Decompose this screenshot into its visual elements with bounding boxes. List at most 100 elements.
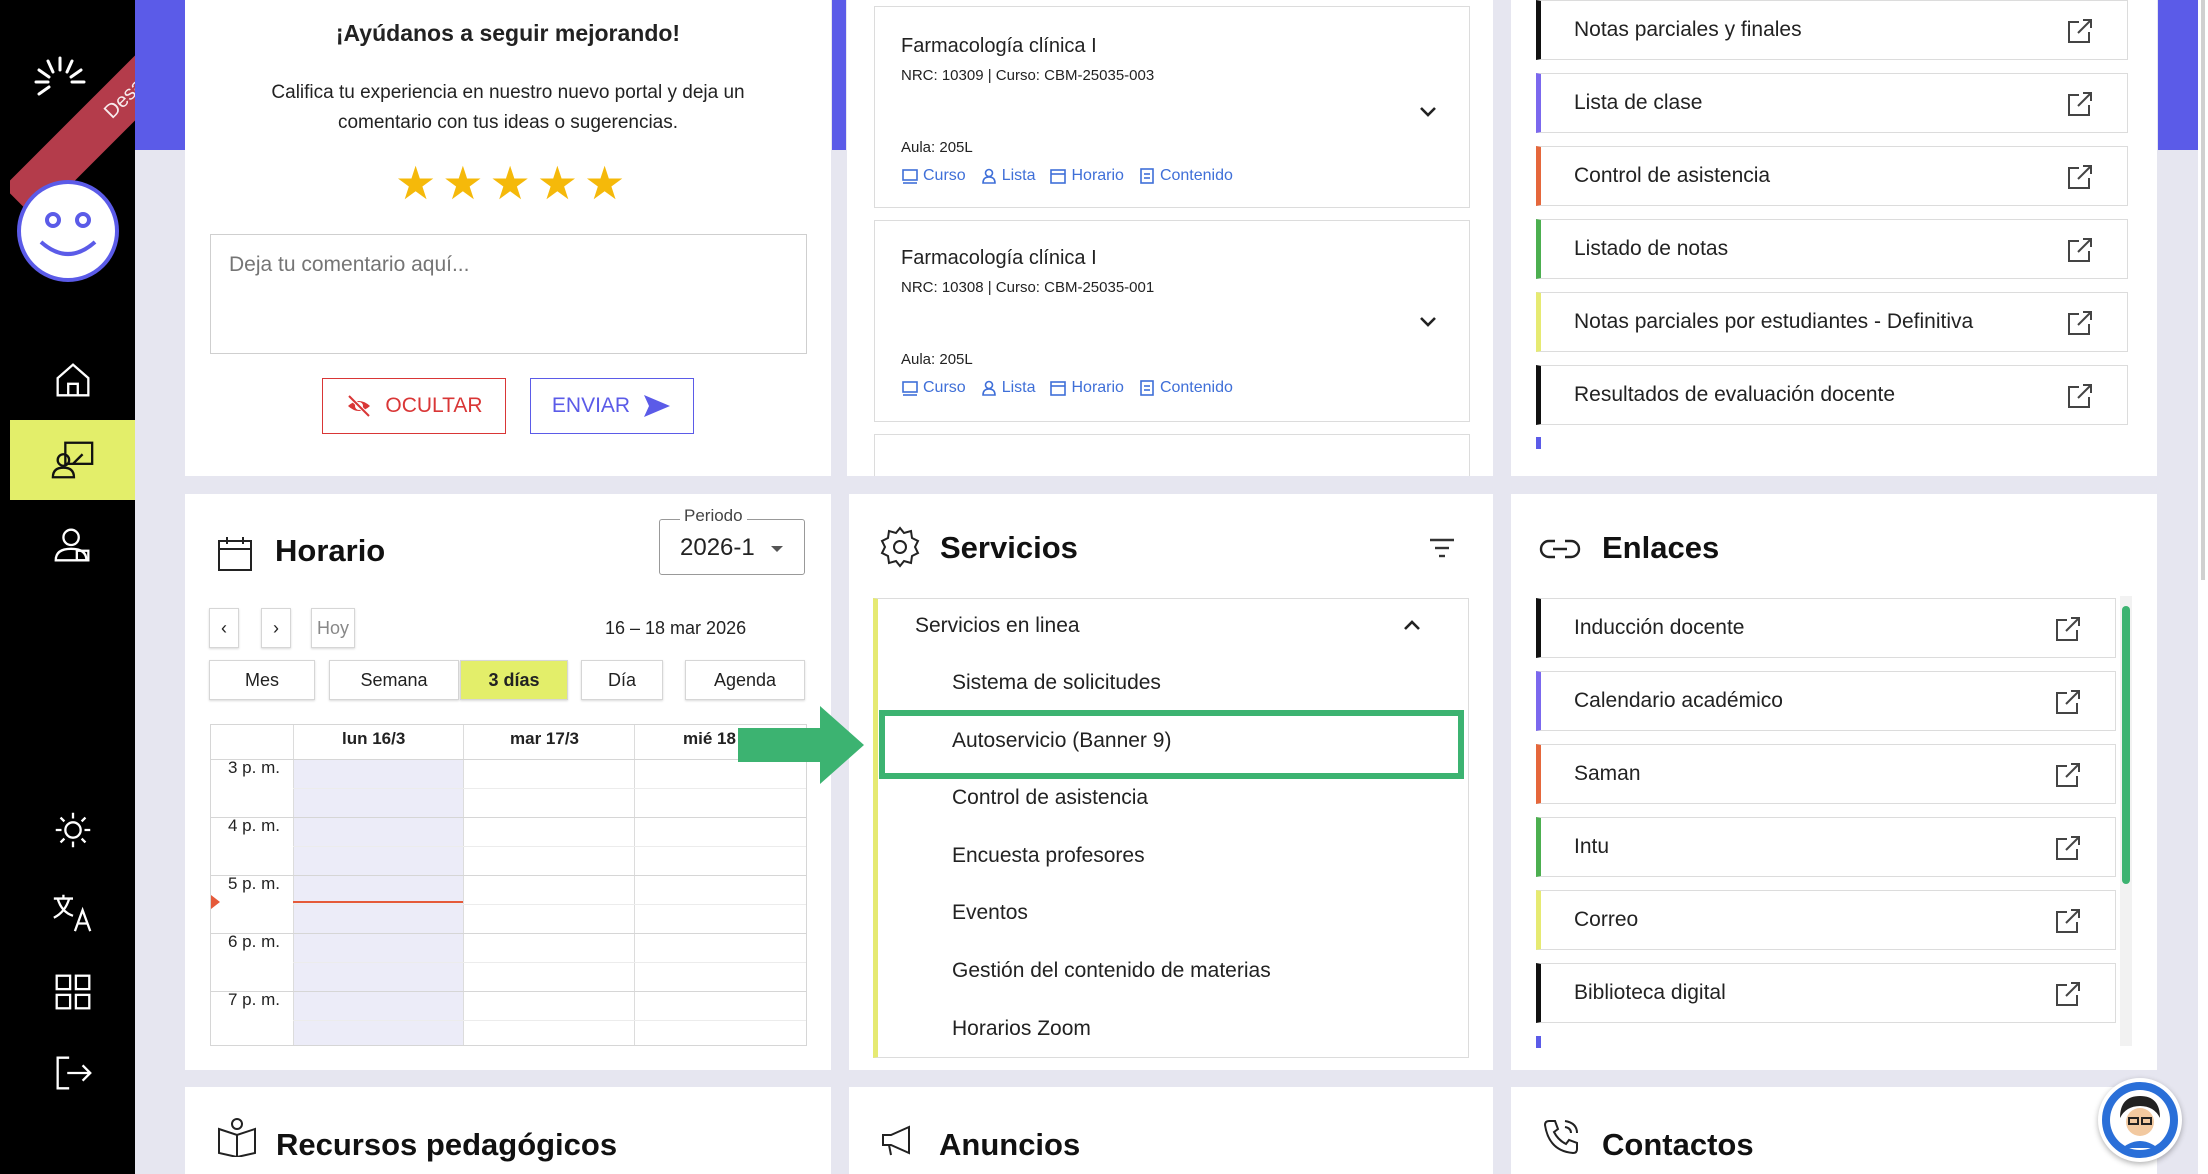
hour-label: 5 p. m. (228, 874, 280, 893)
course-card-partial[interactable] (874, 434, 1470, 476)
nav-logout[interactable] (10, 1033, 135, 1113)
prev-button[interactable]: ‹ (209, 608, 239, 648)
calendar-icon (218, 537, 252, 571)
send-icon (644, 395, 671, 417)
logout-icon (56, 1056, 92, 1090)
external-link-icon (2065, 89, 2095, 119)
view-button[interactable]: Agenda (685, 660, 805, 700)
view-button[interactable]: Mes (209, 660, 315, 700)
today-button[interactable]: Hoy (311, 608, 355, 648)
course-link-contenido[interactable]: Contenido (1138, 167, 1233, 185)
course-link-contenido[interactable]: Contenido (1138, 379, 1233, 397)
chevron-up-icon[interactable] (1399, 612, 1425, 638)
avatar[interactable] (17, 180, 119, 282)
grid-row-line (293, 846, 806, 847)
chevron-down-icon[interactable] (1415, 99, 1441, 125)
external-link-icon (2056, 982, 2080, 1006)
course-link-horario[interactable]: Horario (1049, 167, 1124, 185)
servicio-item[interactable]: Encuesta profesores (952, 844, 1145, 868)
report-link[interactable]: Control de asistencia (1536, 146, 2128, 206)
hour-label: 3 p. m. (228, 758, 280, 777)
report-link[interactable]: Notas parciales por estudiantes - Defini… (1536, 292, 2128, 352)
filter-icon[interactable] (1427, 534, 1457, 562)
external-link-icon (2056, 909, 2080, 933)
scrollbar-thumb[interactable] (2122, 606, 2130, 884)
feedback-title: ¡Ayúdanos a seguir mejorando! (335, 20, 681, 46)
highlight-box (879, 710, 1464, 779)
course-link-horario[interactable]: Horario (1049, 379, 1124, 397)
nav-home[interactable] (10, 340, 135, 420)
nav-language[interactable] (10, 872, 135, 952)
enlace-link[interactable]: Calendario académico (1536, 671, 2116, 731)
report-link[interactable]: Resultados de evaluación docente (1536, 365, 2128, 425)
course-card[interactable]: Farmacología clínica I NRC: 10308 | Curs… (874, 220, 1470, 422)
hide-button[interactable]: OCULTAR (322, 378, 506, 434)
current-time-line (293, 901, 463, 903)
course-link-curso[interactable]: Curso (901, 379, 966, 397)
view-button[interactable]: Día (581, 660, 663, 700)
horario-title: Horario (275, 533, 386, 568)
hour-label: 4 p. m. (228, 816, 280, 835)
external-link-icon (2065, 235, 2095, 265)
external-link-icon (2065, 381, 2095, 411)
star-icon[interactable]: ★ (490, 160, 531, 206)
star-icon[interactable]: ★ (584, 160, 625, 206)
star-icon[interactable]: ★ (537, 160, 578, 206)
recursos-card: Recursos pedagógicos (185, 1087, 831, 1174)
nav-profile[interactable] (10, 505, 135, 585)
servicios-group-header[interactable]: Servicios en linea (915, 614, 1080, 638)
course-link-curso[interactable]: Curso (901, 167, 966, 185)
chevron-down-icon[interactable] (1415, 309, 1441, 335)
period-select[interactable]: Periodo 2026-1 (659, 506, 805, 575)
enlace-link[interactable]: Biblioteca digital (1536, 963, 2116, 1023)
assistant-button[interactable] (2098, 1078, 2182, 1162)
enlace-link[interactable]: Intu (1536, 817, 2116, 877)
servicio-item[interactable]: Horarios Zoom (952, 1017, 1091, 1041)
report-link[interactable]: Notas parciales y finales (1536, 0, 2128, 60)
external-link-icon (2053, 979, 2083, 1009)
send-button[interactable]: ENVIAR (530, 378, 694, 434)
grid-column-line (634, 725, 635, 1045)
enlace-link[interactable]: Inducción docente (1536, 598, 2116, 658)
monitor-icon (902, 381, 918, 396)
course-links: Curso Lista Horario Contenido (901, 379, 1233, 397)
apps-grid-icon (55, 974, 90, 1010)
course-card[interactable]: Farmacología clínica I NRC: 10309 | Curs… (874, 6, 1470, 208)
megaphone-icon (882, 1125, 910, 1156)
logo-area: Desarrollo (10, 0, 135, 210)
anuncios-card: Anuncios (849, 1087, 1493, 1174)
hour-label: 7 p. m. (228, 990, 280, 1009)
comment-input[interactable] (210, 234, 807, 354)
next-button[interactable]: › (261, 608, 291, 648)
view-button[interactable]: 3 días (460, 660, 568, 700)
external-link-icon (2065, 162, 2095, 192)
person-icon (981, 380, 996, 396)
servicio-item[interactable]: Control de asistencia (952, 786, 1148, 810)
nav-theme[interactable] (10, 790, 135, 870)
enlace-link[interactable]: Correo (1536, 890, 2116, 950)
servicio-item[interactable]: Sistema de solicitudes (952, 671, 1161, 695)
nav-apps[interactable] (10, 952, 135, 1032)
courses-card: Farmacología clínica I NRC: 10309 | Curs… (847, 0, 1493, 476)
servicio-item[interactable]: Gestión del contenido de materias (952, 959, 1271, 983)
enlace-link[interactable]: Saman (1536, 744, 2116, 804)
star-icon[interactable]: ★ (442, 160, 483, 206)
external-link-icon (2053, 833, 2083, 863)
nav-teacher[interactable] (10, 420, 135, 500)
external-link-icon (2056, 690, 2080, 714)
servicios-title: Servicios (940, 530, 1078, 565)
view-button[interactable]: Semana (329, 660, 459, 700)
star-icon[interactable]: ★ (395, 160, 436, 206)
rating-stars[interactable]: ★ ★ ★ ★ ★ (395, 160, 625, 206)
servicio-item[interactable]: Eventos (952, 901, 1028, 925)
report-link[interactable]: Listado de notas (1536, 219, 2128, 279)
page-scrollbar-thumb[interactable] (2201, 0, 2205, 580)
course-link-lista[interactable]: Lista (980, 167, 1035, 185)
list-cutoff (1536, 437, 1541, 449)
feedback-text-1: Califica tu experiencia en nuestro nuevo… (271, 82, 745, 103)
list-cutoff (1536, 1036, 1541, 1048)
course-link-lista[interactable]: Lista (980, 379, 1035, 397)
contactos-title: Contactos (1602, 1127, 1754, 1162)
document-icon (1140, 380, 1154, 396)
report-link[interactable]: Lista de clase (1536, 73, 2128, 133)
